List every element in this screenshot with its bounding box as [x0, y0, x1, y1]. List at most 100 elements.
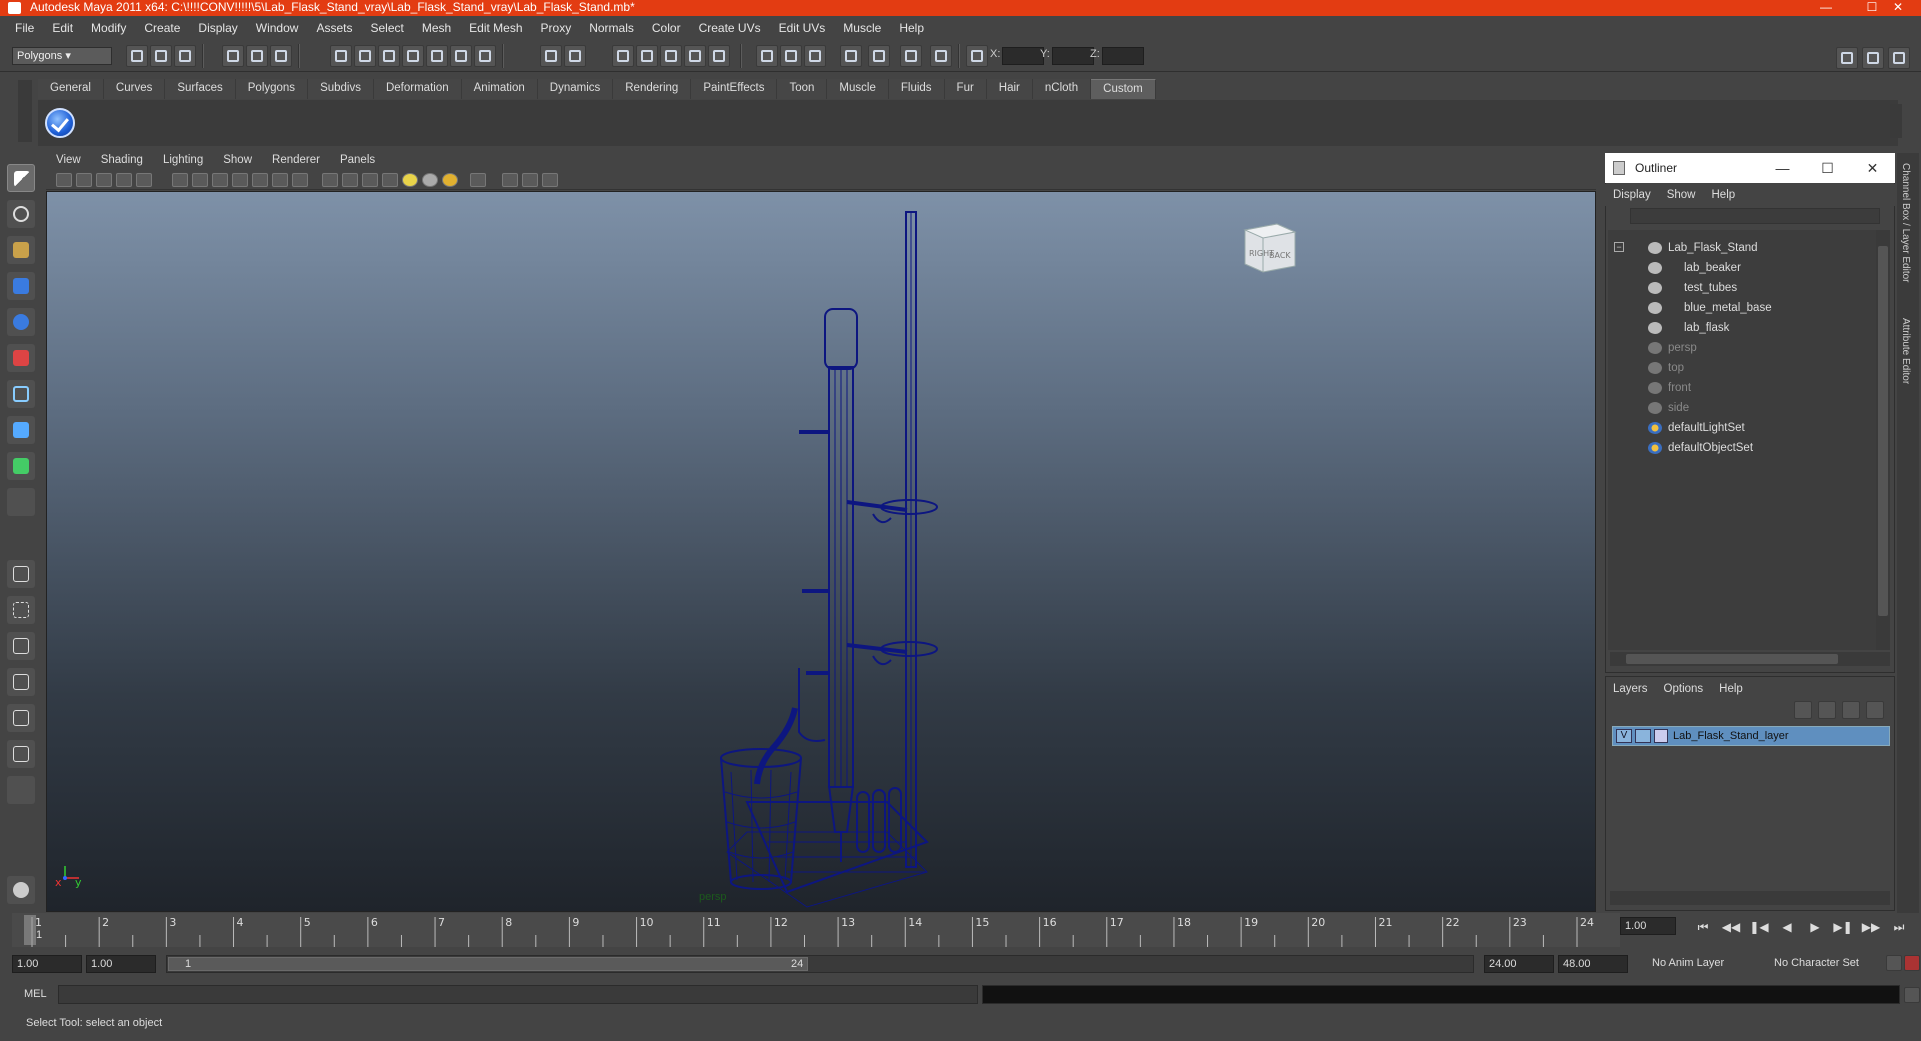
snapshot-icon[interactable]	[804, 45, 826, 67]
panel-menu-shading[interactable]: Shading	[91, 154, 153, 166]
display-shaded-icon[interactable]	[900, 45, 922, 67]
character-set-dropdown[interactable]: No Character Set	[1770, 955, 1882, 973]
menu-file[interactable]: File	[6, 21, 43, 35]
shelf-tab-polygons[interactable]: Polygons	[235, 79, 309, 99]
menu-mesh[interactable]: Mesh	[413, 21, 460, 35]
menu-proxy[interactable]: Proxy	[532, 21, 581, 35]
panel-menu-show[interactable]: Show	[213, 154, 262, 166]
outliner-item[interactable]: test_tubes	[1608, 278, 1876, 298]
remove-from-layer-icon[interactable]	[1866, 701, 1884, 719]
go-to-end-icon[interactable]: ⏭	[1889, 918, 1909, 936]
step-forward-frame-icon[interactable]: ▶❚	[1833, 918, 1853, 936]
toggle-tool-settings-icon[interactable]	[1862, 47, 1884, 69]
2d-pan-zoom-icon[interactable]	[136, 173, 152, 187]
y-field[interactable]	[1052, 47, 1094, 65]
select-object-icon[interactable]	[246, 45, 268, 67]
new-layer-icon[interactable]	[1818, 701, 1836, 719]
field-chart-icon[interactable]	[252, 173, 268, 187]
grid-toggle-icon[interactable]	[172, 173, 188, 187]
shelf-tab-toon[interactable]: Toon	[777, 79, 828, 99]
render-view-icon[interactable]	[756, 45, 778, 67]
command-input[interactable]	[58, 985, 978, 1004]
help-query-icon[interactable]	[474, 45, 496, 67]
isolate-select-icon[interactable]	[470, 173, 486, 187]
outliner-item[interactable]: lab_beaker	[1608, 258, 1876, 278]
playback-end-field[interactable]: 24.00	[1484, 955, 1554, 973]
smooth-shade-icon[interactable]	[342, 173, 358, 187]
resolution-gate-icon[interactable]	[212, 173, 228, 187]
current-frame-field[interactable]: 1.00	[1620, 917, 1676, 935]
menu-create[interactable]: Create	[135, 21, 189, 35]
save-scene-icon[interactable]	[174, 45, 196, 67]
tab-channel-box[interactable]: Channel Box / Layer Editor	[1900, 163, 1911, 283]
image-plane-icon[interactable]	[116, 173, 132, 187]
shelf-tab-ncloth[interactable]: nCloth	[1032, 79, 1092, 99]
menu-select[interactable]: Select	[361, 21, 412, 35]
shelf-scroll-icon[interactable]	[1890, 104, 1902, 138]
view-cube[interactable]: RIGHT BACK	[1237, 214, 1303, 282]
select-component-icon[interactable]	[270, 45, 292, 67]
outliner-item[interactable]: lab_flask	[1608, 318, 1876, 338]
menu-edit-mesh[interactable]: Edit Mesh	[460, 21, 531, 35]
outliner-maximize-icon[interactable]: ☐	[1805, 153, 1850, 183]
menu-normals[interactable]: Normals	[580, 21, 643, 35]
shelf-tab-curves[interactable]: Curves	[103, 79, 166, 99]
shadows-icon[interactable]	[442, 173, 458, 187]
outliner-item[interactable]: blue_metal_base	[1608, 298, 1876, 318]
menu-window[interactable]: Window	[247, 21, 308, 35]
layout-hypershade-icon[interactable]	[7, 704, 35, 732]
shelf-tab-hair[interactable]: Hair	[986, 79, 1033, 99]
step-back-frame-icon[interactable]: ❚◀	[1749, 918, 1769, 936]
wireframe-mode-icon[interactable]	[322, 173, 338, 187]
outliner-item[interactable]: persp	[1608, 338, 1876, 358]
viewport-persp[interactable]: RIGHT BACK persp x y	[46, 191, 1596, 912]
animation-end-field[interactable]: 48.00	[1558, 955, 1628, 973]
layer-color-swatch[interactable]	[1654, 729, 1668, 743]
menu-assets[interactable]: Assets	[307, 21, 361, 35]
shelf-options-handle[interactable]	[18, 80, 32, 142]
shelf-tab-rendering[interactable]: Rendering	[613, 79, 692, 99]
tab-attribute-editor[interactable]: Attribute Editor	[1900, 318, 1911, 384]
layer-display-type-toggle[interactable]	[1635, 729, 1651, 743]
outliner-close-icon[interactable]: ✕	[1850, 153, 1895, 183]
script-editor-icon[interactable]	[1904, 987, 1920, 1003]
wire-on-shaded-icon[interactable]	[362, 173, 378, 187]
bookmark-icon[interactable]	[96, 173, 112, 187]
toggle-attribute-editor-icon[interactable]	[1836, 47, 1858, 69]
output-ops-icon[interactable]	[564, 45, 586, 67]
outliner-minimize-icon[interactable]: —	[1760, 153, 1805, 183]
shelf-tab-dynamics[interactable]: Dynamics	[537, 79, 614, 99]
safe-title-icon[interactable]	[292, 173, 308, 187]
render-region-icon[interactable]	[780, 45, 802, 67]
panel-menu-view[interactable]: View	[46, 154, 91, 166]
anim-prefs-icon[interactable]	[1904, 955, 1920, 971]
render-frame-icon[interactable]	[636, 45, 658, 67]
outliner-item[interactable]: top	[1608, 358, 1876, 378]
select-hierarchy-icon[interactable]	[222, 45, 244, 67]
menu-create-uvs[interactable]: Create UVs	[690, 21, 770, 35]
new-scene-icon[interactable]	[126, 45, 148, 67]
menu-edit[interactable]: Edit	[43, 21, 82, 35]
shelf-tab-custom[interactable]: Custom	[1091, 79, 1156, 99]
absolute-transform-icon[interactable]	[966, 45, 988, 67]
current-frame-marker[interactable]	[24, 915, 36, 945]
play-forwards-icon[interactable]: ▶	[1805, 918, 1825, 936]
snap-grid-icon[interactable]	[330, 45, 352, 67]
go-to-start-icon[interactable]: ⏮	[1693, 918, 1713, 936]
shelf-tab-animation[interactable]: Animation	[461, 79, 538, 99]
minimize-icon[interactable]: —	[1803, 0, 1849, 16]
step-back-key-icon[interactable]: ◀◀	[1721, 918, 1741, 936]
menu-display[interactable]: Display	[189, 21, 246, 35]
range-slider-thumb[interactable]: 1 24	[168, 957, 808, 971]
universal-manip-icon[interactable]	[7, 380, 35, 408]
shelf-tab-painteffects[interactable]: PaintEffects	[691, 79, 778, 99]
hypershade-icon[interactable]	[708, 45, 730, 67]
safe-action-icon[interactable]	[272, 173, 288, 187]
anim-layer-dropdown[interactable]: No Anim Layer	[1648, 955, 1758, 973]
menu-color[interactable]: Color	[643, 21, 690, 35]
display-bounding-icon[interactable]	[868, 45, 890, 67]
layout-custom-icon[interactable]	[7, 776, 35, 804]
outliner-item[interactable]: defaultLightSet	[1608, 418, 1876, 438]
time-slider[interactable]: 1 2 3 4 5 6 7 8 9 10 11 12 13 14 15 16 17 18 19 20 21 22 23 24 …	[12, 913, 1620, 947]
shelf-tab-deformation[interactable]: Deformation	[373, 79, 462, 99]
